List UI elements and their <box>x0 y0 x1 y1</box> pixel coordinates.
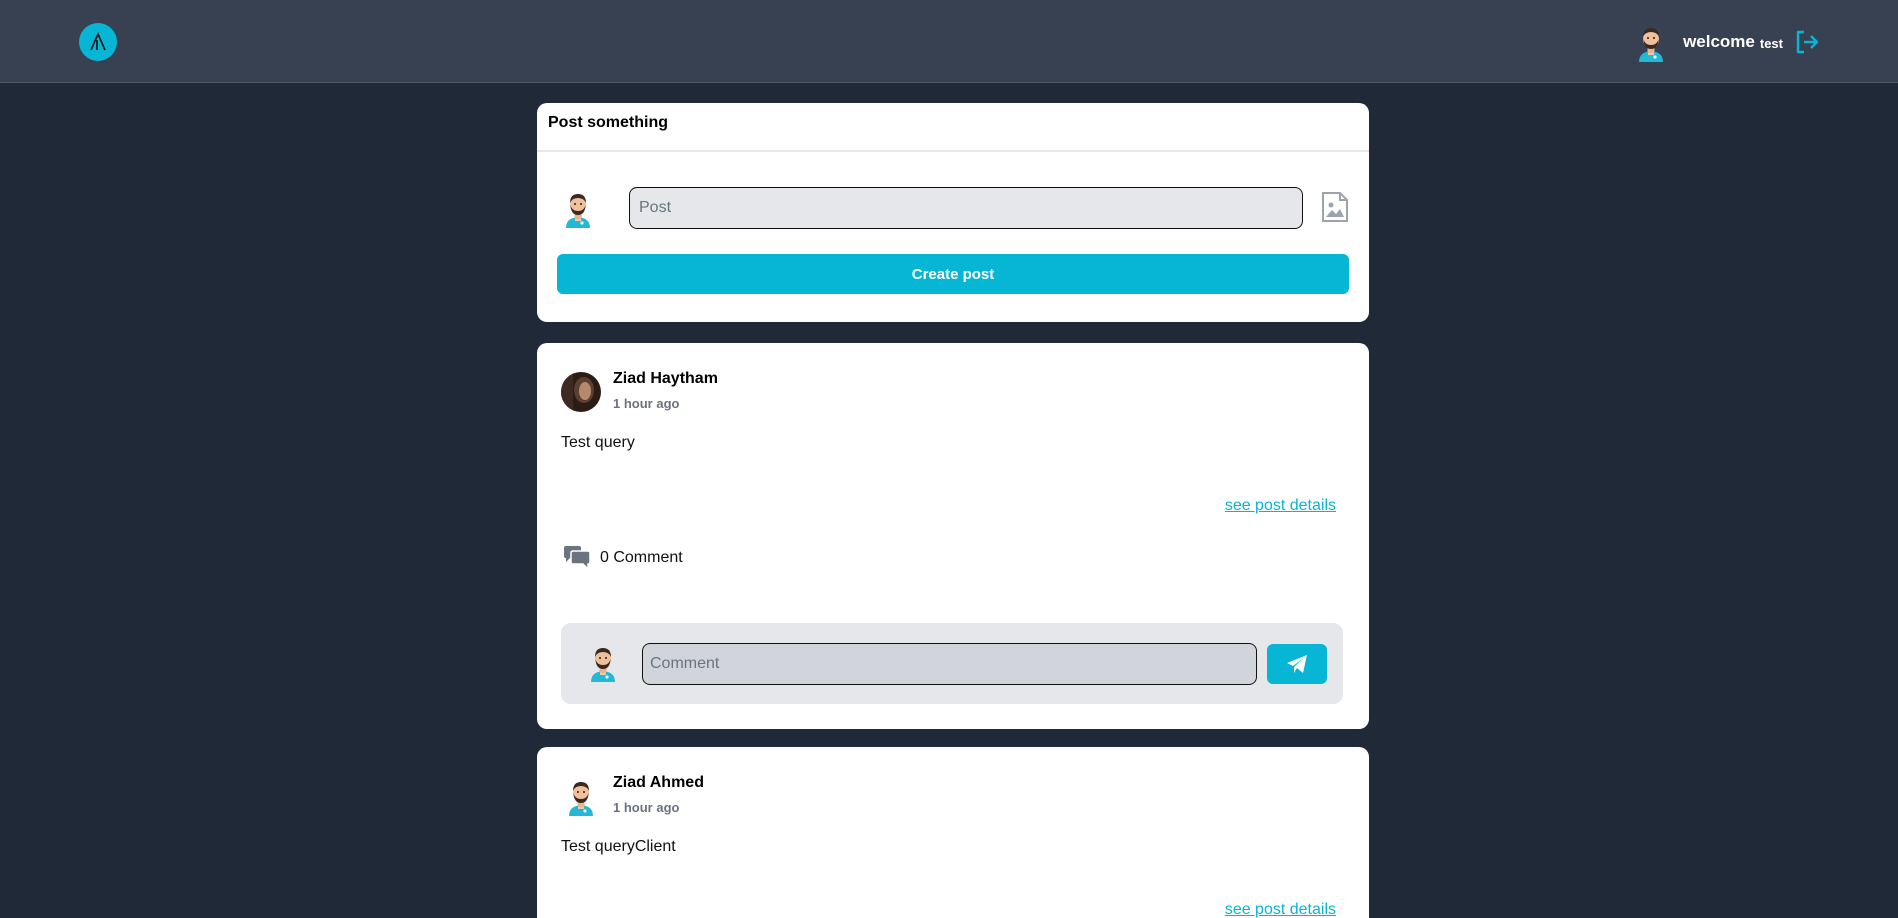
welcome-label: welcome <box>1683 32 1755 51</box>
image-upload-icon[interactable] <box>1321 191 1349 223</box>
post-author[interactable]: Ziad Haytham <box>613 370 718 388</box>
post-input[interactable] <box>629 187 1303 229</box>
post-author[interactable]: Ziad Ahmed <box>613 774 704 792</box>
see-post-details-link[interactable]: see post details <box>1225 497 1336 515</box>
send-comment-button[interactable] <box>1267 644 1327 684</box>
commenter-avatar <box>583 642 623 682</box>
compose-title: Post something <box>537 103 1369 152</box>
user-avatar[interactable] <box>1631 22 1671 62</box>
compose-avatar <box>558 188 598 228</box>
app-logo-icon[interactable] <box>79 23 117 61</box>
comments-count: 0 Comment <box>600 549 683 566</box>
username-label: test <box>1759 36 1783 51</box>
paper-plane-icon <box>1287 655 1307 673</box>
logout-icon[interactable] <box>1793 28 1821 56</box>
post-body: Test query <box>561 434 635 451</box>
post-body: Test queryClient <box>561 838 676 855</box>
post-time: 1 hour ago <box>613 396 680 411</box>
comment-input[interactable] <box>642 643 1257 685</box>
top-navbar: welcome test <box>0 0 1898 83</box>
post-card: Ziad Ahmed 1 hour ago Test queryClient s… <box>537 747 1369 918</box>
comment-form <box>561 623 1343 704</box>
see-post-details-link[interactable]: see post details <box>1225 901 1336 918</box>
comments-icon <box>564 546 591 571</box>
post-card: Ziad Haytham 1 hour ago Test query see p… <box>537 343 1369 729</box>
author-avatar[interactable] <box>561 776 601 816</box>
compose-card: Post something Create post <box>537 103 1369 322</box>
comments-summary[interactable]: 0 Comment <box>562 545 683 571</box>
compose-row <box>537 183 1369 233</box>
author-avatar[interactable] <box>561 372 601 412</box>
create-post-button[interactable]: Create post <box>557 254 1349 294</box>
post-time: 1 hour ago <box>613 800 680 815</box>
user-area: welcome test <box>1631 22 1821 62</box>
